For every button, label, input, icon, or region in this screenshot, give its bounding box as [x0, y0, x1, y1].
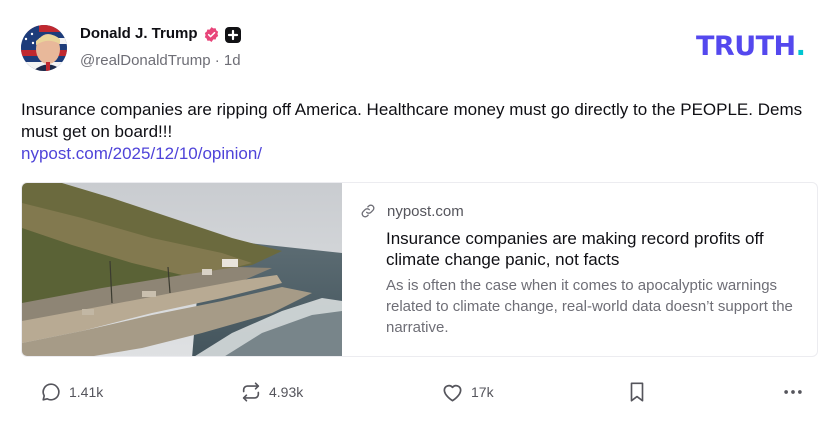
meta-separator: ·: [214, 52, 220, 69]
link-preview-card[interactable]: nypost.com Insurance companies are makin…: [21, 182, 818, 357]
more-icon: [784, 390, 802, 394]
verified-badge-icon: [204, 27, 219, 42]
repost-icon: [242, 382, 260, 402]
reply-button[interactable]: 1.41k: [40, 380, 103, 404]
truth-post: Donald J. Trump @realDonaldTrump · 1d TR…: [0, 0, 840, 431]
truth-social-logo[interactable]: TRUTH.: [696, 31, 806, 63]
retruth-count: 4.93k: [269, 384, 304, 400]
author-handle[interactable]: @realDonaldTrump: [80, 52, 211, 69]
card-image: [22, 183, 342, 356]
card-domain: nypost.com: [387, 203, 464, 220]
post-text: Insurance companies are ripping off Amer…: [21, 100, 803, 141]
card-title: Insurance companies are making record pr…: [386, 229, 764, 269]
logo-dot: .: [795, 31, 806, 62]
like-button[interactable]: 17k: [441, 380, 494, 404]
bookmark-button[interactable]: [627, 380, 647, 404]
link-icon: [361, 204, 375, 218]
reply-count: 1.41k: [69, 384, 104, 400]
post-link[interactable]: nypost.com/2025/12/10/opinion/: [21, 143, 262, 165]
comment-icon: [42, 383, 60, 401]
bookmark-icon: [630, 382, 644, 402]
heart-icon: [443, 384, 462, 402]
logo-text: TRUTH: [696, 31, 796, 62]
retruth-button[interactable]: 4.93k: [240, 380, 303, 404]
author-meta: @realDonaldTrump · 1d: [80, 52, 241, 69]
card-description: As is often the case when it comes to ap…: [386, 277, 793, 336]
avatar-image: [21, 25, 67, 71]
author-name[interactable]: Donald J. Trump: [80, 25, 198, 42]
plus-badge-icon: [225, 27, 241, 43]
post-age[interactable]: 1d: [224, 52, 241, 69]
author-avatar[interactable]: [21, 25, 67, 71]
more-options-button[interactable]: [782, 380, 804, 404]
like-count: 17k: [471, 384, 494, 400]
